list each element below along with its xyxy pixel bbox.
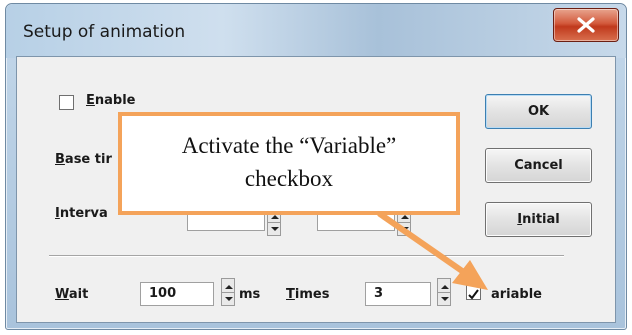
annotation-arrow-icon: [377, 211, 488, 290]
